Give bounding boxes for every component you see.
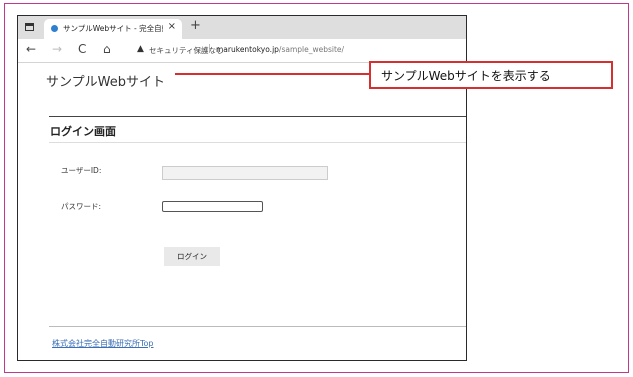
- footer-divider: [49, 326, 466, 327]
- address-bar: ← → C ⌂ ▲ セキュリティ保護なし | marukentokyo.jp/s…: [18, 39, 466, 63]
- site-title: サンプルWebサイト: [46, 75, 165, 90]
- url-path: /sample_website/: [278, 45, 345, 54]
- login-heading: ログイン画面: [50, 125, 116, 138]
- heading-divider: [49, 142, 466, 143]
- reload-icon[interactable]: C: [78, 42, 86, 56]
- login-button[interactable]: ログイン: [164, 247, 220, 266]
- security-status[interactable]: セキュリティ保護なし: [149, 45, 224, 56]
- close-tab-icon[interactable]: ×: [168, 21, 176, 32]
- password-input[interactable]: [162, 201, 263, 212]
- url-host: marukentokyo.jp: [216, 45, 279, 54]
- url-field[interactable]: marukentokyo.jp/sample_website/: [216, 45, 344, 54]
- user-id-label: ユーザーID:: [61, 166, 102, 175]
- tab-bar: サンプルWebサイト - 完全自動化研 × +: [18, 16, 466, 39]
- back-icon[interactable]: ←: [26, 42, 36, 56]
- home-icon[interactable]: ⌂: [103, 42, 111, 56]
- callout-text: サンプルWebサイトを表示する: [381, 69, 551, 83]
- password-label: パスワード:: [61, 202, 102, 211]
- browser-tab[interactable]: サンプルWebサイト - 完全自動化研 ×: [44, 19, 182, 39]
- callout-connector: [175, 73, 370, 75]
- annotation-callout: サンプルWebサイトを表示する: [369, 61, 613, 89]
- address-separator: |: [208, 44, 212, 54]
- forward-icon[interactable]: →: [52, 42, 62, 56]
- user-id-input[interactable]: [162, 166, 328, 180]
- tab-title: サンプルWebサイト - 完全自動化研: [63, 24, 163, 33]
- site-favicon-icon: [51, 25, 58, 32]
- window-menu-icon[interactable]: [25, 23, 34, 31]
- company-top-link[interactable]: 株式会社完全自動研究所Top: [52, 338, 154, 349]
- header-divider: [49, 116, 466, 117]
- warning-icon[interactable]: ▲: [137, 44, 144, 54]
- new-tab-icon[interactable]: +: [190, 18, 201, 33]
